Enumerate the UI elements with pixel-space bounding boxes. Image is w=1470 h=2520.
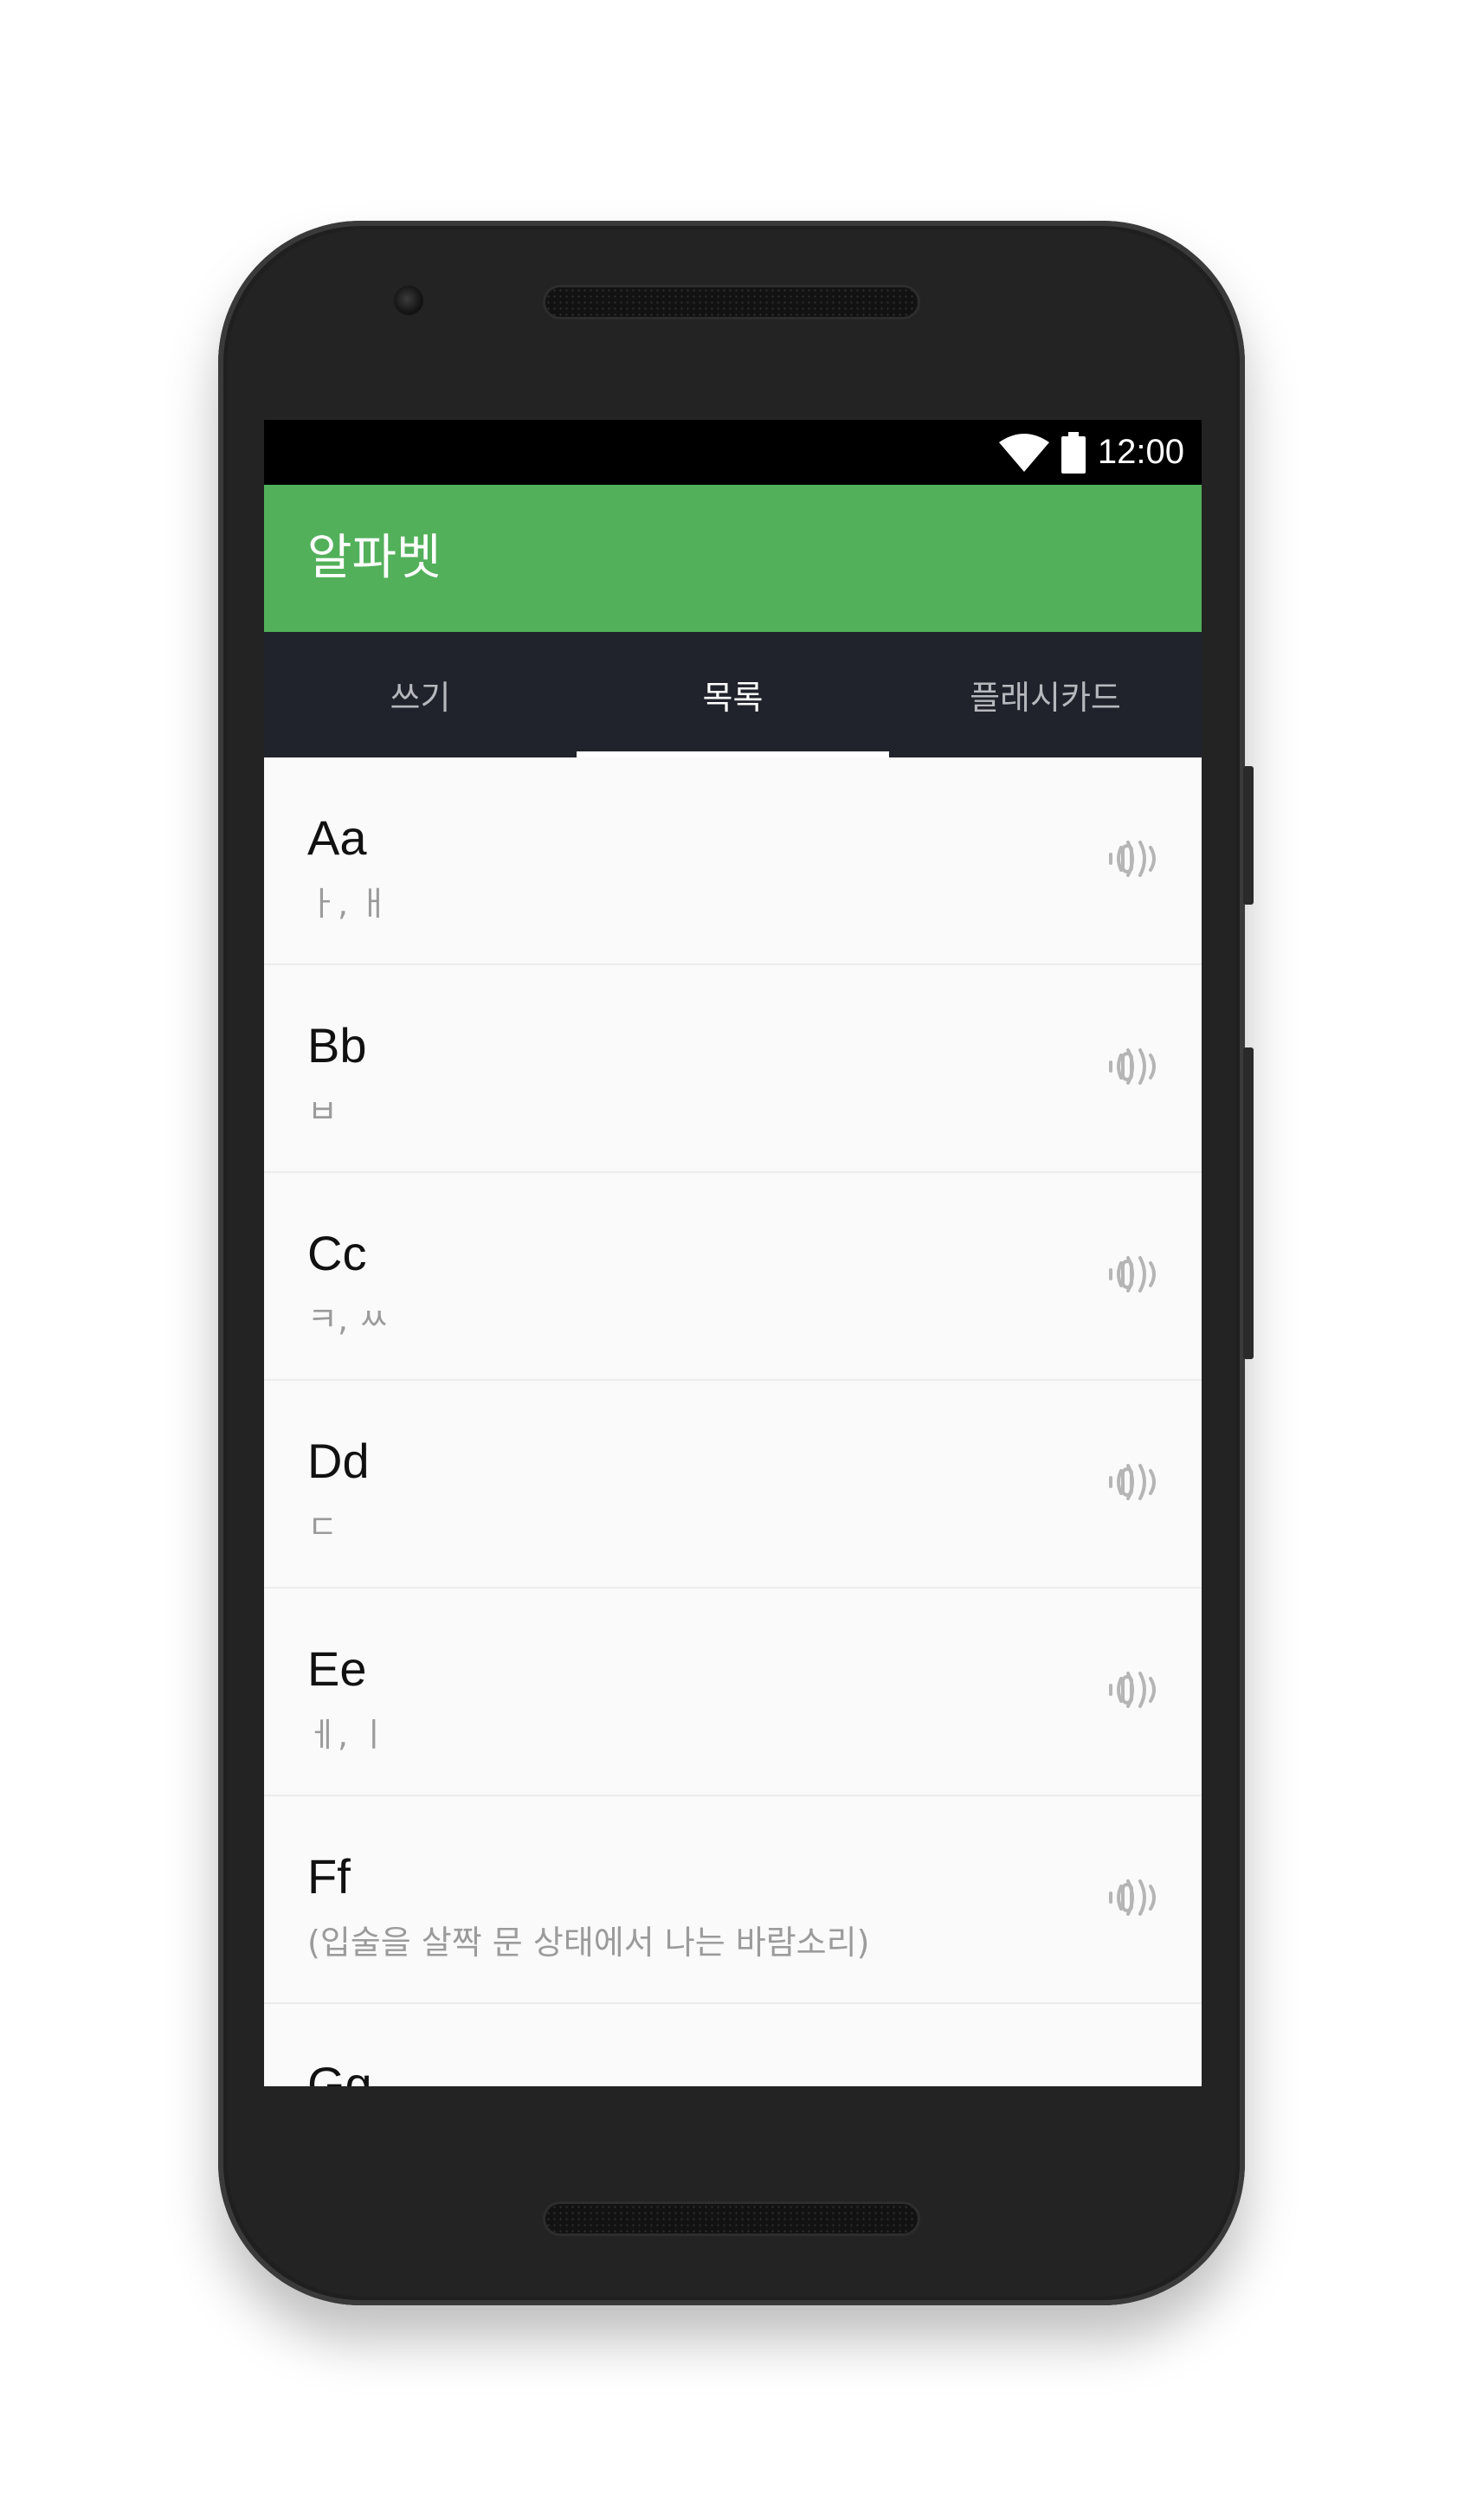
alphabet-list: Aa ㅏ, ㅐ Bb ㅂ Cc ㅋ, ㅆ Dd ㄷ Ee ㅔ, ㅣ Ff (입술… <box>264 757 1202 2086</box>
list-item-d[interactable]: Dd ㄷ <box>264 1381 1202 1589</box>
list-item-b[interactable]: Bb ㅂ <box>264 965 1202 1173</box>
letter-label: Aa <box>307 810 367 865</box>
speaker-icon[interactable] <box>1102 1244 1163 1305</box>
page-title: 알파벳 <box>307 530 442 586</box>
tab-write[interactable]: 쓰기 <box>264 632 577 757</box>
tab-label: 플래시카드 <box>970 679 1121 717</box>
list-item-a[interactable]: Aa ㅏ, ㅐ <box>264 757 1202 965</box>
bottom-speaker <box>545 2204 918 2233</box>
power-button <box>1243 766 1254 905</box>
tab-label: 목록 <box>702 679 764 717</box>
volume-button <box>1243 1047 1254 1359</box>
list-item-f[interactable]: Ff (입술을 살짝 문 상태에서 나는 바람소리) <box>264 1796 1202 2004</box>
pronunciation-label: (입술을 살짝 문 상태에서 나는 바람소리) <box>307 1924 870 1962</box>
speaker-icon[interactable] <box>1102 1036 1163 1097</box>
tab-flashcard[interactable]: 플래시카드 <box>889 632 1202 757</box>
pronunciation-label: ㅏ, ㅐ <box>307 885 390 923</box>
status-bar: 12:00 <box>264 420 1202 485</box>
pronunciation-label: ㅂ <box>307 1092 338 1131</box>
speaker-icon[interactable] <box>1102 1660 1163 1720</box>
status-time: 12:00 <box>1097 433 1184 471</box>
tab-label: 쓰기 <box>390 679 451 717</box>
wifi-icon <box>998 433 1049 472</box>
pronunciation-label: ㄷ <box>307 1508 338 1546</box>
tab-indicator <box>577 751 889 757</box>
speaker-icon[interactable] <box>1102 1867 1163 1928</box>
letter-label: Cc <box>307 1226 367 1280</box>
pronunciation-label: ㅋ, ㅆ <box>307 1300 390 1338</box>
tab-bar: 쓰기 목록 플래시카드 <box>264 632 1202 757</box>
letter-label: Ff <box>307 1849 351 1904</box>
letter-label: Bb <box>307 1018 367 1073</box>
speaker-icon[interactable] <box>1102 2075 1163 2086</box>
list-item-g[interactable]: Gg <box>264 2004 1202 2086</box>
earpiece-speaker <box>545 287 918 317</box>
front-camera <box>394 286 423 315</box>
battery-icon <box>1061 431 1086 474</box>
pronunciation-label: ㅔ, ㅣ <box>307 1716 390 1754</box>
letter-label: Ee <box>307 1641 367 1696</box>
screen: 12:00 알파벳 쓰기 목록 플래시카드 Aa ㅏ, ㅐ Bb ㅂ Cc ㅋ,… <box>264 420 1202 2086</box>
list-item-c[interactable]: Cc ㅋ, ㅆ <box>264 1173 1202 1381</box>
app-bar: 알파벳 <box>264 485 1202 632</box>
tab-list[interactable]: 목록 <box>577 632 889 757</box>
letter-label: Gg <box>307 2057 372 2086</box>
letter-label: Dd <box>307 1434 370 1488</box>
list-item-e[interactable]: Ee ㅔ, ㅣ <box>264 1589 1202 1796</box>
speaker-icon[interactable] <box>1102 1452 1163 1512</box>
speaker-icon[interactable] <box>1102 828 1163 889</box>
status-icons: 12:00 <box>998 420 1184 485</box>
